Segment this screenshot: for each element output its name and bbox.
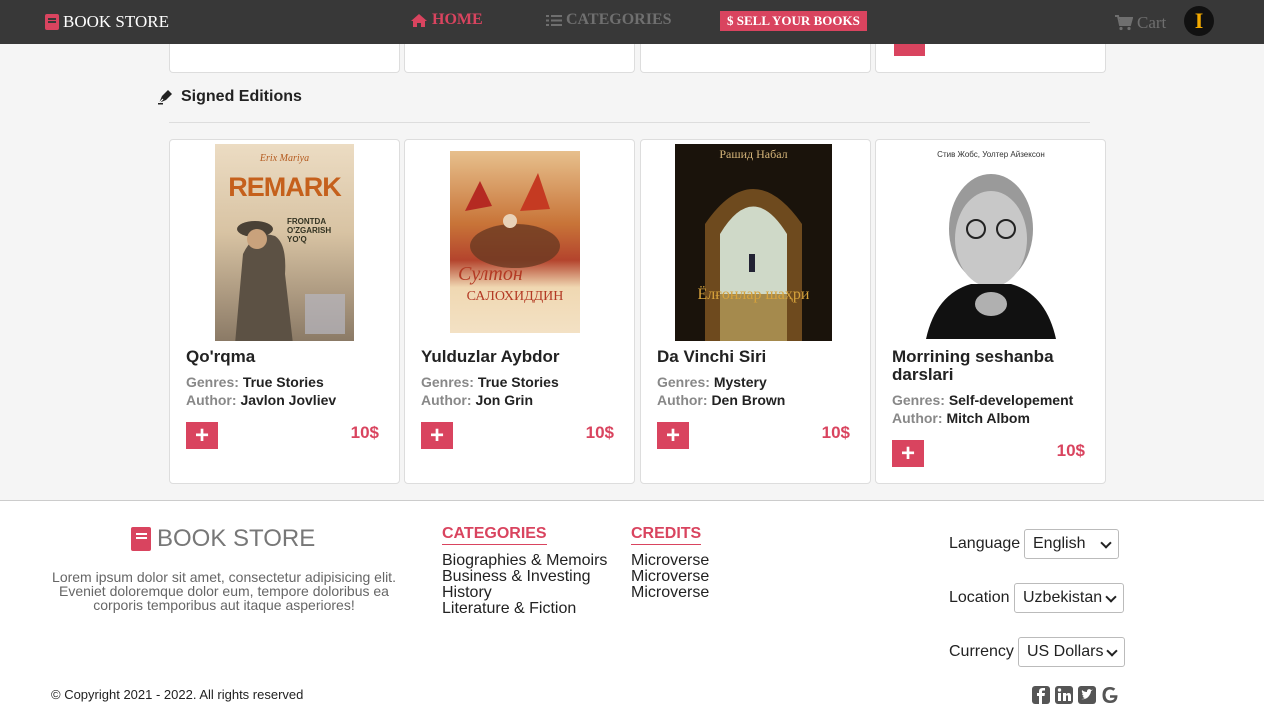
twitter-icon[interactable] <box>1077 685 1097 705</box>
cover-script-text: Султон <box>458 263 523 285</box>
brand-label: BOOK STORE <box>63 12 169 31</box>
footer-category-link[interactable]: History <box>442 585 607 601</box>
footer: BOOK STORE Lorem ipsum dolor sit amet, c… <box>0 500 1264 719</box>
cover-title-text: REMARK <box>228 172 342 202</box>
cart-label: Cart <box>1137 13 1167 32</box>
location-label: Location <box>949 589 1010 606</box>
book-genre: Genres: Self-developement <box>892 392 1074 408</box>
currency-label: Currency <box>949 643 1014 660</box>
book-price: 10$ <box>350 423 379 442</box>
book-author: Author: Jon Grin <box>421 392 533 408</box>
cover-art <box>465 173 560 268</box>
dollar-icon: $ <box>727 13 734 28</box>
nav-home-label: HOME <box>432 11 483 28</box>
navbar: BOOK STORE HOME CATEGORIES $ SELL YOUR B… <box>0 0 1264 44</box>
nav-categories-link[interactable]: CATEGORIES <box>546 11 672 29</box>
currency-value: US Dollars <box>1027 643 1104 660</box>
chevron-down-icon <box>1106 645 1118 657</box>
facebook-icon[interactable] <box>1031 685 1051 705</box>
book-cover[interactable]: Erix Mariya REMARK FRONTDA O'ZGARISH YO'… <box>215 144 354 341</box>
book-author: Author: Den Brown <box>657 392 786 408</box>
cover-author-text: Стив Жобс, Уолтер Айзексон <box>937 150 1045 159</box>
book-icon <box>131 527 151 551</box>
footer-credit-link[interactable]: Microverse <box>631 553 709 569</box>
cover-author-text: Рашид Набал <box>719 147 788 161</box>
book-cover[interactable]: Стив Жобс, Уолтер Айзексон <box>916 144 1066 339</box>
currency-select[interactable]: US Dollars <box>1018 637 1125 667</box>
cover-title-text: Ёлғонлар шаҳри <box>697 286 810 303</box>
book-card[interactable]: Рашид Набал Ёлғонлар шаҳри Da Vinchi Sir… <box>640 139 871 484</box>
footer-credits-list: Microverse Microverse Microverse <box>631 553 709 601</box>
footer-credit-link[interactable]: Microverse <box>631 569 709 585</box>
book-icon <box>45 14 59 30</box>
book-genre: Genres: True Stories <box>421 374 559 390</box>
location-select[interactable]: Uzbekistan <box>1014 583 1124 613</box>
book-cover[interactable]: Рашид Набал Ёлғонлар шаҳри <box>675 144 832 341</box>
footer-category-link[interactable]: Biographies & Memoirs <box>442 553 607 569</box>
cart-link[interactable]: Cart <box>1115 13 1166 33</box>
nav-categories-label: CATEGORIES <box>566 11 672 28</box>
footer-brand[interactable]: BOOK STORE <box>131 525 315 553</box>
home-icon <box>411 13 427 27</box>
cart-icon <box>1115 15 1133 31</box>
book-card[interactable]: Стив Жобс, Уолтер Айзексон Morrining ses… <box>875 139 1106 484</box>
cover-art <box>705 189 802 341</box>
book-genre: Genres: True Stories <box>186 374 324 390</box>
book-title[interactable]: Morrining seshanba darslari <box>892 348 1092 384</box>
section-title: Signed Editions <box>157 88 302 106</box>
pen-icon <box>158 90 172 105</box>
cover-subtitle-text: FRONTDA O'ZGARISH YO'Q <box>287 217 332 244</box>
nav-home-link[interactable]: HOME <box>410 11 483 29</box>
footer-categories-heading: CATEGORIES <box>442 525 547 545</box>
footer-description: Lorem ipsum dolor sit amet, consectetur … <box>52 569 396 613</box>
book-card[interactable]: Султон САЛОХИДДИН Yulduzlar Aybdor Genre… <box>404 139 635 484</box>
location-value: Uzbekistan <box>1023 589 1103 606</box>
sell-books-label: SELL YOUR BOOKS <box>736 13 860 28</box>
book-title[interactable]: Qo'rqma <box>186 348 386 366</box>
footer-credits-heading: CREDITS <box>631 525 702 545</box>
book-card[interactable]: Erix Mariya REMARK FRONTDA O'ZGARISH YO'… <box>169 139 400 484</box>
footer-credit-link[interactable]: Microverse <box>631 585 709 601</box>
chevron-down-icon <box>1105 591 1117 603</box>
add-to-cart-button[interactable]: + <box>421 422 453 449</box>
book-author: Author: Javlon Jovliev <box>186 392 337 408</box>
language-label: Language <box>949 535 1021 552</box>
add-to-cart-button[interactable]: + <box>892 440 924 467</box>
book-title[interactable]: Yulduzlar Aybdor <box>421 348 621 366</box>
add-to-cart-button[interactable]: + <box>186 422 218 449</box>
book-price: 10$ <box>1056 441 1085 460</box>
cover-title-text: САЛОХИДДИН <box>466 289 564 304</box>
footer-brand-label: BOOK STORE <box>157 525 316 552</box>
chevron-down-icon <box>1100 537 1112 549</box>
list-icon <box>546 14 562 26</box>
book-price: 10$ <box>585 423 614 442</box>
book-cover[interactable]: Султон САЛОХИДДИН <box>450 151 580 333</box>
section-divider <box>169 122 1090 123</box>
cover-author-text: Erix Mariya <box>259 153 310 164</box>
copyright-text: © Copyright 2021 - 2022. All rights rese… <box>51 687 304 702</box>
section-title-label: Signed Editions <box>181 88 302 105</box>
sell-books-button[interactable]: $ SELL YOUR BOOKS <box>720 11 867 31</box>
book-genre: Genres: Mystery <box>657 374 767 390</box>
linkedin-icon[interactable] <box>1054 685 1074 705</box>
footer-categories-list: Biographies & Memoirs Business & Investi… <box>442 553 607 617</box>
book-price: 10$ <box>821 423 850 442</box>
google-icon[interactable] <box>1100 685 1120 705</box>
brand-link[interactable]: BOOK STORE <box>45 12 169 32</box>
add-to-cart-button[interactable] <box>894 42 925 56</box>
cover-art <box>926 174 1056 339</box>
language-value: English <box>1033 535 1086 552</box>
avatar[interactable]: I <box>1184 6 1214 36</box>
footer-category-link[interactable]: Business & Investing <box>442 569 607 585</box>
language-select[interactable]: English <box>1024 529 1119 559</box>
book-title[interactable]: Da Vinchi Siri <box>657 348 857 366</box>
book-author: Author: Mitch Albom <box>892 410 1030 426</box>
footer-category-link[interactable]: Literature & Fiction <box>442 601 607 617</box>
add-to-cart-button[interactable]: + <box>657 422 689 449</box>
